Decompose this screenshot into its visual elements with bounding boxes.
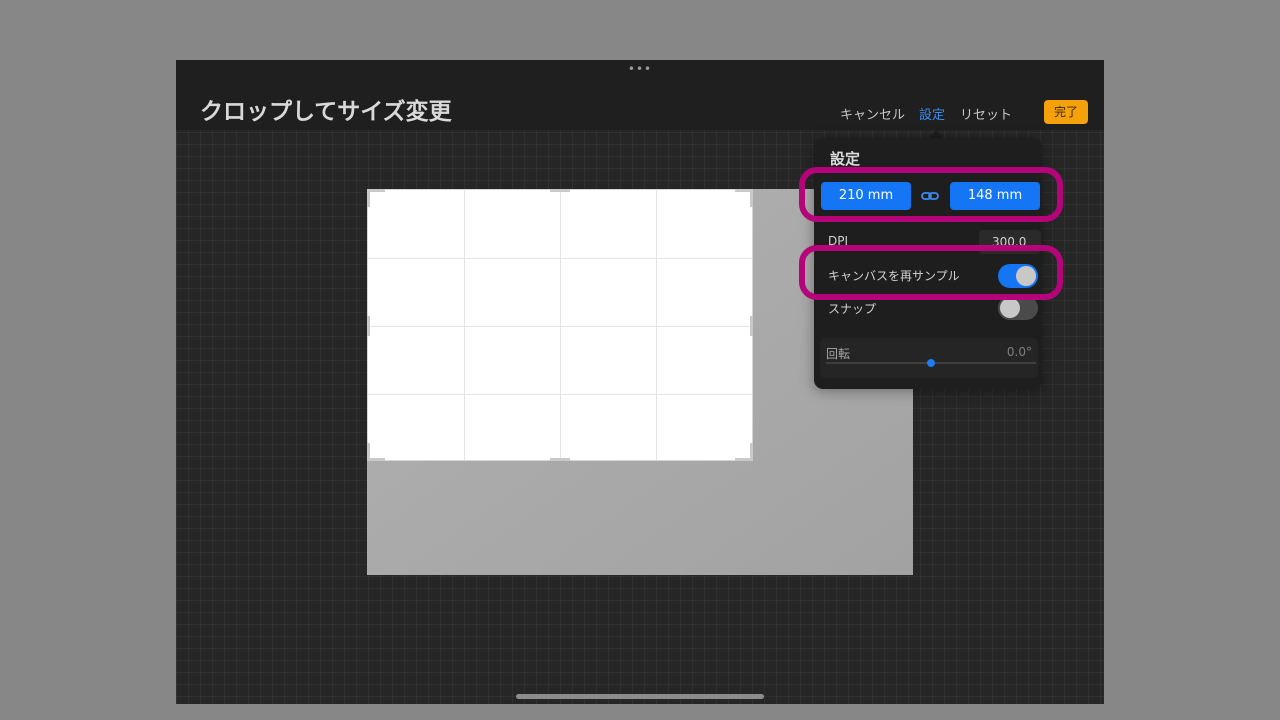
reset-button[interactable]: リセット [960,104,1012,123]
rotation-slider-knob[interactable] [927,359,935,367]
crop-frame[interactable] [367,189,753,461]
link-icon[interactable] [920,188,940,204]
crop-handle-top-left[interactable] [367,189,370,207]
more-dots-icon[interactable]: ••• [624,62,656,76]
crop-handle-left[interactable] [367,316,370,336]
resample-canvas-toggle[interactable] [998,264,1038,288]
done-button[interactable]: 完了 [1044,100,1088,124]
toggle-knob [1000,298,1020,318]
crop-grid-line [368,394,752,395]
dpi-label: DPI [828,234,849,248]
crop-handle-top-right[interactable] [750,189,753,207]
snap-toggle[interactable] [998,296,1038,320]
crop-handle-bottom-right[interactable] [750,443,753,461]
crop-grid-line [464,190,465,460]
toggle-knob [1016,266,1036,286]
cancel-button[interactable]: キャンセル [840,104,905,123]
crop-handle-bottom-left[interactable] [367,443,370,461]
rotation-control: 回転 0.0° [820,338,1038,378]
rotation-label: 回転 [826,347,851,361]
crop-grid-line [368,258,752,259]
procreate-window: ••• クロップしてサイズ変更 キャンセル 設定 リセット 完了 設定 210 … [176,60,1104,704]
rotation-value: 0.0° [1006,345,1032,359]
height-field[interactable]: 148 mm [950,182,1040,210]
crop-grid-line [656,190,657,460]
home-indicator[interactable] [516,694,764,699]
dpi-field[interactable]: 300.0 [979,230,1041,254]
resample-canvas-label: キャンバスを再サンプル [828,269,960,283]
page-title: クロップしてサイズ変更 [200,99,452,125]
settings-button[interactable]: 設定 [919,104,945,123]
snap-label: スナップ [828,302,877,316]
crop-grid-line [368,326,752,327]
settings-title: 設定 [830,150,861,168]
crop-grid-line [560,190,561,460]
crop-handle-right[interactable] [750,316,753,336]
settings-popover: 設定 210 mm 148 mm DPI 300.0 キャンバスを再サンプル ス… [814,138,1042,389]
width-field[interactable]: 210 mm [821,182,911,210]
crop-handle-top[interactable] [550,189,570,192]
top-bar: ••• クロップしてサイズ変更 キャンセル 設定 リセット 完了 [176,60,1104,130]
crop-handle-bottom[interactable] [550,458,570,461]
popover-caret [928,130,944,138]
